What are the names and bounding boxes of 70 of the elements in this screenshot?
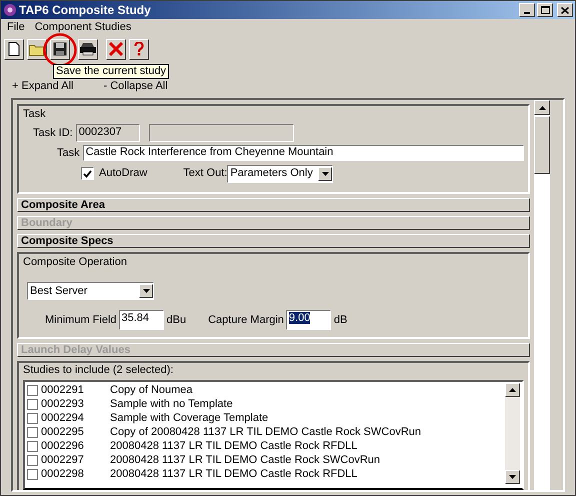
study-name: 20080428 1137 LR TIL DEMO Castle Rock SWCovRun — [110, 452, 380, 468]
value-field[interactable]: 35.84 — [118, 310, 164, 330]
field-label: Capture Margin — [208, 312, 284, 328]
minimize-icon[interactable] — [519, 3, 535, 17]
toolbar-button[interactable] — [4, 38, 24, 60]
field-label: Task ID: — [33, 126, 73, 141]
study-checkbox[interactable] — [27, 412, 38, 424]
unit-label: dBu — [166, 312, 186, 328]
text-out-dropdown[interactable]: Parameters Only — [227, 164, 334, 182]
group-title: Studies to include (2 selected): — [23, 364, 174, 376]
task-id-field: 0002307 — [76, 124, 140, 142]
section-header[interactable]: Composite Area — [17, 198, 530, 212]
outline-link[interactable]: - Collapse All — [103, 80, 168, 92]
study-name: Copy of Noumea — [110, 382, 193, 398]
panel-scrollbar[interactable] — [534, 100, 550, 490]
autodraw-checkbox[interactable] — [81, 167, 94, 180]
toolbar-button[interactable] — [50, 38, 70, 60]
list-scrollbar[interactable] — [505, 383, 520, 484]
menu-item[interactable]: File — [7, 18, 25, 36]
toolbar-button[interactable] — [106, 38, 126, 60]
app-icon — [3, 3, 17, 17]
highlight-circle — [42, 32, 78, 68]
field-label: Text Out: — [183, 166, 228, 182]
blank-page-icon — [8, 42, 20, 56]
study-checkbox[interactable] — [27, 384, 38, 396]
study-id: 0002297 — [41, 452, 85, 468]
value-field[interactable]: 9.00 — [286, 310, 331, 330]
study-id: 0002295 — [41, 424, 85, 440]
close-icon[interactable] — [557, 3, 573, 17]
unit-label: dB — [334, 312, 348, 328]
study-checkbox[interactable] — [27, 468, 38, 480]
study-checkbox[interactable] — [27, 440, 38, 452]
field-label: Task — [57, 146, 80, 161]
study-id: 0002296 — [41, 438, 85, 454]
study-name: Sample with Coverage Template — [110, 410, 268, 426]
toolbar-button[interactable] — [78, 38, 98, 60]
study-name: Sample with no Template — [110, 396, 233, 412]
checkbox-label: AutoDraw — [99, 166, 148, 182]
cross-icon — [109, 42, 123, 56]
scrollbar-thumb[interactable] — [534, 116, 550, 174]
task-name-field[interactable]: Castle Rock Interference from Cheyenne Mountain — [82, 145, 524, 162]
scroll-up-icon[interactable] — [505, 383, 520, 397]
scroll-down-icon[interactable] — [505, 470, 520, 484]
question-mark-icon — [134, 42, 144, 56]
study-id: 0002291 — [41, 382, 85, 398]
study-name: Copy of 20080428 1137 LR TIL DEMO Castle Rock SWCovRun — [110, 424, 422, 440]
group-title: Task — [23, 108, 47, 120]
study-id: 0002298 — [41, 466, 85, 482]
study-checkbox[interactable] — [27, 398, 38, 410]
toolbar-button[interactable] — [129, 38, 149, 60]
tooltip: Save the current study — [53, 64, 170, 79]
checkmark-icon — [83, 170, 92, 178]
operation-dropdown[interactable]: Best Server — [27, 282, 154, 300]
group-title: Composite Operation — [23, 256, 128, 268]
study-checkbox[interactable] — [27, 454, 38, 466]
window-title: TAP6 Composite Study — [19, 2, 151, 19]
toolbar-button[interactable] — [27, 38, 47, 60]
folder-icon — [29, 42, 45, 56]
study-id: 0002294 — [41, 410, 85, 426]
outline-link[interactable]: + Expand All — [12, 80, 74, 92]
section-header[interactable]: Composite Specs — [17, 234, 530, 248]
study-id: 0002293 — [41, 396, 85, 412]
field-label: Minimum Field — [45, 312, 117, 328]
maximize-icon[interactable] — [537, 3, 553, 17]
study-name: 20080428 1137 LR TIL DEMO Castle Rock RFDLL — [110, 466, 358, 482]
scroll-up-icon[interactable] — [534, 100, 550, 115]
study-checkbox[interactable] — [27, 426, 38, 438]
printer-icon — [79, 42, 97, 56]
study-name: 20080428 1137 LR TIL DEMO Castle Rock RFDLL — [110, 438, 358, 454]
menu-item[interactable]: Component Studies — [34, 18, 132, 36]
